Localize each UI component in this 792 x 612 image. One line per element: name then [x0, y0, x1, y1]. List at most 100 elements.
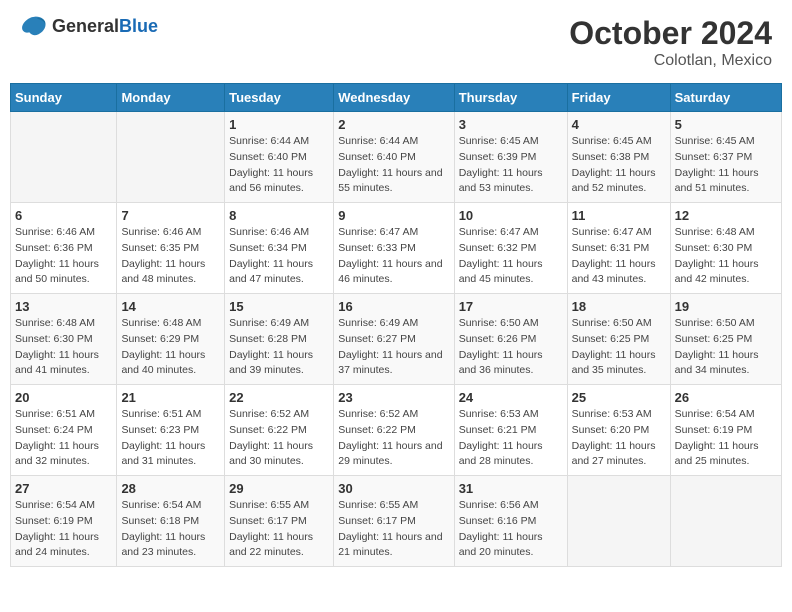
day-info: Sunrise: 6:44 AM Sunset: 6:40 PM Dayligh… [229, 134, 329, 197]
day-number: 6 [15, 208, 112, 223]
calendar-header-monday: Monday [117, 84, 225, 112]
day-number: 17 [459, 299, 563, 314]
logo-text: GeneralBlue [52, 16, 158, 37]
day-info: Sunrise: 6:56 AM Sunset: 6:16 PM Dayligh… [459, 498, 563, 561]
calendar-cell: 11 Sunrise: 6:47 AM Sunset: 6:31 PM Dayli… [567, 203, 670, 294]
calendar-week-row: 27 Sunrise: 6:54 AM Sunset: 6:19 PM Dayli… [11, 476, 782, 567]
day-info: Sunrise: 6:53 AM Sunset: 6:20 PM Dayligh… [572, 407, 666, 470]
calendar-cell: 26 Sunrise: 6:54 AM Sunset: 6:19 PM Dayli… [670, 385, 781, 476]
day-number: 14 [121, 299, 220, 314]
day-number: 28 [121, 481, 220, 496]
day-info: Sunrise: 6:49 AM Sunset: 6:28 PM Dayligh… [229, 316, 329, 379]
day-number: 29 [229, 481, 329, 496]
calendar-header-saturday: Saturday [670, 84, 781, 112]
day-info: Sunrise: 6:46 AM Sunset: 6:34 PM Dayligh… [229, 225, 329, 288]
day-number: 12 [675, 208, 777, 223]
day-number: 10 [459, 208, 563, 223]
day-number: 4 [572, 117, 666, 132]
month-title: October 2024 [569, 15, 772, 52]
day-number: 13 [15, 299, 112, 314]
day-info: Sunrise: 6:46 AM Sunset: 6:35 PM Dayligh… [121, 225, 220, 288]
calendar-week-row: 20 Sunrise: 6:51 AM Sunset: 6:24 PM Dayli… [11, 385, 782, 476]
calendar-table: SundayMondayTuesdayWednesdayThursdayFrid… [10, 83, 782, 567]
day-number: 9 [338, 208, 449, 223]
day-info: Sunrise: 6:54 AM Sunset: 6:19 PM Dayligh… [15, 498, 112, 561]
calendar-header-tuesday: Tuesday [225, 84, 334, 112]
calendar-cell: 28 Sunrise: 6:54 AM Sunset: 6:18 PM Dayli… [117, 476, 225, 567]
calendar-cell: 16Sunrise: 6:49 AM Sunset: 6:27 PM Dayli… [334, 294, 454, 385]
day-info: Sunrise: 6:48 AM Sunset: 6:30 PM Dayligh… [675, 225, 777, 288]
day-info: Sunrise: 6:45 AM Sunset: 6:37 PM Dayligh… [675, 134, 777, 197]
day-number: 18 [572, 299, 666, 314]
day-info: Sunrise: 6:47 AM Sunset: 6:31 PM Dayligh… [572, 225, 666, 288]
day-number: 1 [229, 117, 329, 132]
calendar-week-row: 6 Sunrise: 6:46 AM Sunset: 6:36 PM Daylig… [11, 203, 782, 294]
calendar-cell: 2Sunrise: 6:44 AM Sunset: 6:40 PM Daylig… [334, 112, 454, 203]
calendar-cell [11, 112, 117, 203]
calendar-cell: 8 Sunrise: 6:46 AM Sunset: 6:34 PM Daylig… [225, 203, 334, 294]
day-number: 8 [229, 208, 329, 223]
day-number: 30 [338, 481, 449, 496]
location-title: Colotlan, Mexico [569, 52, 772, 70]
calendar-cell [670, 476, 781, 567]
calendar-cell: 18Sunrise: 6:50 AM Sunset: 6:25 PM Dayli… [567, 294, 670, 385]
calendar-header-friday: Friday [567, 84, 670, 112]
day-info: Sunrise: 6:47 AM Sunset: 6:32 PM Dayligh… [459, 225, 563, 288]
calendar-header-sunday: Sunday [11, 84, 117, 112]
day-info: Sunrise: 6:48 AM Sunset: 6:29 PM Dayligh… [121, 316, 220, 379]
calendar-cell: 20 Sunrise: 6:51 AM Sunset: 6:24 PM Dayli… [11, 385, 117, 476]
day-number: 22 [229, 390, 329, 405]
day-number: 23 [338, 390, 449, 405]
title-block: October 2024 Colotlan, Mexico [569, 15, 772, 70]
day-number: 5 [675, 117, 777, 132]
day-info: Sunrise: 6:50 AM Sunset: 6:26 PM Dayligh… [459, 316, 563, 379]
day-info: Sunrise: 6:55 AM Sunset: 6:17 PM Dayligh… [338, 498, 449, 561]
page-header: GeneralBlue October 2024 Colotlan, Mexic… [10, 10, 782, 75]
day-info: Sunrise: 6:48 AM Sunset: 6:30 PM Dayligh… [15, 316, 112, 379]
day-info: Sunrise: 6:51 AM Sunset: 6:24 PM Dayligh… [15, 407, 112, 470]
calendar-cell: 19 Sunrise: 6:50 AM Sunset: 6:25 PM Dayli… [670, 294, 781, 385]
calendar-cell: 17 Sunrise: 6:50 AM Sunset: 6:26 PM Dayli… [454, 294, 567, 385]
day-number: 16 [338, 299, 449, 314]
calendar-cell: 7Sunrise: 6:46 AM Sunset: 6:35 PM Daylig… [117, 203, 225, 294]
day-info: Sunrise: 6:45 AM Sunset: 6:38 PM Dayligh… [572, 134, 666, 197]
day-number: 27 [15, 481, 112, 496]
day-info: Sunrise: 6:44 AM Sunset: 6:40 PM Dayligh… [338, 134, 449, 197]
calendar-cell: 24 Sunrise: 6:53 AM Sunset: 6:21 PM Dayli… [454, 385, 567, 476]
day-info: Sunrise: 6:46 AM Sunset: 6:36 PM Dayligh… [15, 225, 112, 288]
calendar-cell: 25Sunrise: 6:53 AM Sunset: 6:20 PM Dayli… [567, 385, 670, 476]
calendar-cell: 5 Sunrise: 6:45 AM Sunset: 6:37 PM Daylig… [670, 112, 781, 203]
day-number: 31 [459, 481, 563, 496]
calendar-cell: 4 Sunrise: 6:45 AM Sunset: 6:38 PM Daylig… [567, 112, 670, 203]
calendar-week-row: 13 Sunrise: 6:48 AM Sunset: 6:30 PM Dayli… [11, 294, 782, 385]
logo: GeneralBlue [20, 15, 158, 37]
calendar-header-thursday: Thursday [454, 84, 567, 112]
day-info: Sunrise: 6:50 AM Sunset: 6:25 PM Dayligh… [675, 316, 777, 379]
calendar-cell [567, 476, 670, 567]
calendar-cell: 3Sunrise: 6:45 AM Sunset: 6:39 PM Daylig… [454, 112, 567, 203]
calendar-cell: 10 Sunrise: 6:47 AM Sunset: 6:32 PM Dayli… [454, 203, 567, 294]
calendar-cell: 12 Sunrise: 6:48 AM Sunset: 6:30 PM Dayli… [670, 203, 781, 294]
calendar-cell: 22 Sunrise: 6:52 AM Sunset: 6:22 PM Dayli… [225, 385, 334, 476]
day-number: 26 [675, 390, 777, 405]
calendar-cell: 23Sunrise: 6:52 AM Sunset: 6:22 PM Dayli… [334, 385, 454, 476]
day-info: Sunrise: 6:53 AM Sunset: 6:21 PM Dayligh… [459, 407, 563, 470]
day-info: Sunrise: 6:52 AM Sunset: 6:22 PM Dayligh… [229, 407, 329, 470]
day-info: Sunrise: 6:51 AM Sunset: 6:23 PM Dayligh… [121, 407, 220, 470]
calendar-cell [117, 112, 225, 203]
logo-bird-icon [20, 15, 48, 37]
calendar-header-wednesday: Wednesday [334, 84, 454, 112]
calendar-cell: 1 Sunrise: 6:44 AM Sunset: 6:40 PM Daylig… [225, 112, 334, 203]
day-number: 24 [459, 390, 563, 405]
calendar-week-row: 1 Sunrise: 6:44 AM Sunset: 6:40 PM Daylig… [11, 112, 782, 203]
logo-blue: Blue [119, 16, 158, 36]
day-number: 11 [572, 208, 666, 223]
day-info: Sunrise: 6:55 AM Sunset: 6:17 PM Dayligh… [229, 498, 329, 561]
day-number: 19 [675, 299, 777, 314]
day-number: 20 [15, 390, 112, 405]
day-number: 21 [121, 390, 220, 405]
calendar-cell: 15Sunrise: 6:49 AM Sunset: 6:28 PM Dayli… [225, 294, 334, 385]
calendar-cell: 29 Sunrise: 6:55 AM Sunset: 6:17 PM Dayli… [225, 476, 334, 567]
day-info: Sunrise: 6:54 AM Sunset: 6:19 PM Dayligh… [675, 407, 777, 470]
day-info: Sunrise: 6:54 AM Sunset: 6:18 PM Dayligh… [121, 498, 220, 561]
